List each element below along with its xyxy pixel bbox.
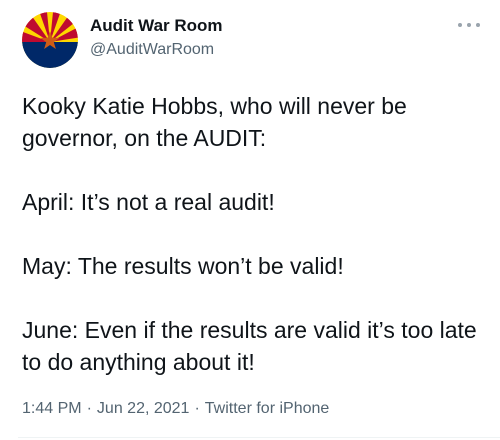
tweet-card: Audit War Room @AuditWarRoom Kooky Katie…	[0, 0, 500, 440]
avatar[interactable]	[22, 12, 78, 68]
tweet-date[interactable]: Jun 22, 2021	[97, 400, 190, 417]
tweet-text: Kooky Katie Hobbs, who will never be gov…	[22, 90, 487, 378]
tweet-paragraph: June: Even if the results are valid it’s…	[22, 317, 477, 375]
tweet-source[interactable]: Twitter for iPhone	[205, 400, 330, 417]
author-names: Audit War Room @AuditWarRoom	[90, 16, 223, 61]
tweet-header: Audit War Room @AuditWarRoom	[22, 8, 480, 72]
tweet-paragraph: May: The results won’t be valid!	[22, 253, 344, 279]
more-dot	[467, 23, 471, 27]
author-handle[interactable]: @AuditWarRoom	[90, 39, 223, 61]
tweet-paragraph: Kooky Katie Hobbs, who will never be gov…	[22, 93, 407, 151]
more-dot	[458, 23, 462, 27]
meta-separator: ·	[86, 400, 92, 417]
author-display-name[interactable]: Audit War Room	[90, 16, 223, 36]
meta-separator: ·	[194, 400, 200, 417]
divider	[18, 437, 500, 438]
tweet-meta: 1:44 PM · Jun 22, 2021 · Twitter for iPhone	[22, 398, 329, 420]
tweet-paragraph: April: It’s not a real audit!	[22, 189, 275, 215]
arizona-flag-icon	[22, 12, 78, 68]
more-dot	[476, 23, 480, 27]
more-options-icon[interactable]	[458, 20, 480, 30]
tweet-time[interactable]: 1:44 PM	[22, 400, 82, 417]
